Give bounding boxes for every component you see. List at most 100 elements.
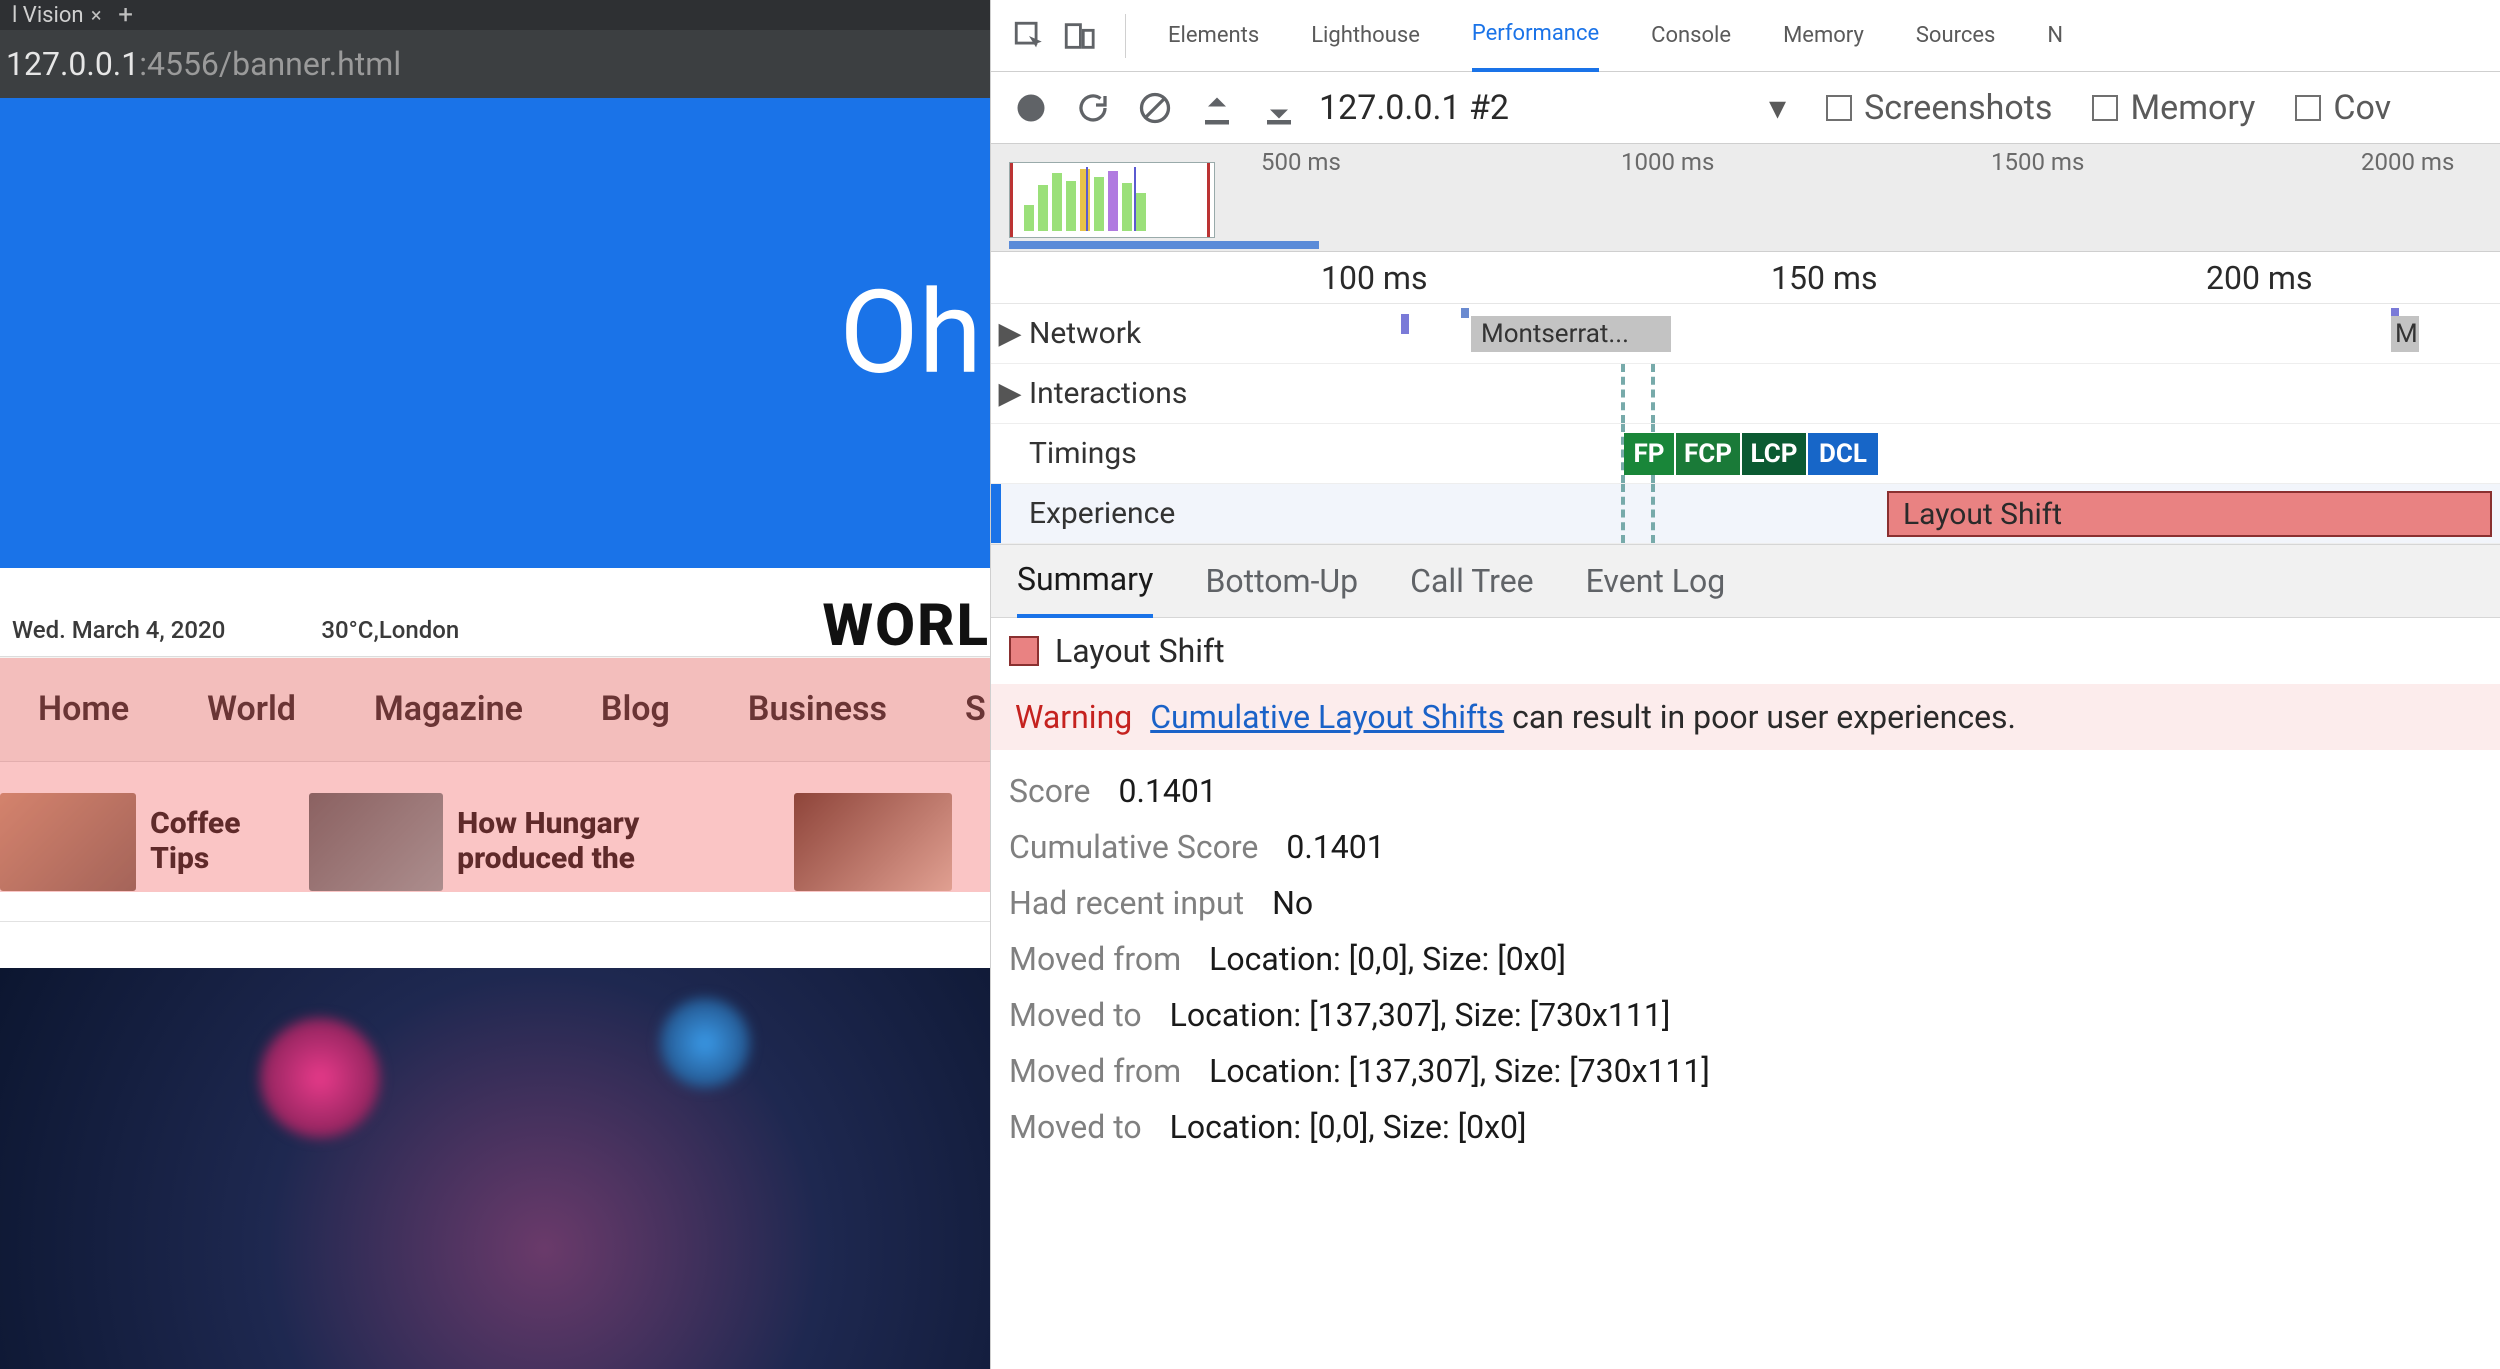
nav-blog[interactable]: Blog [601,689,670,729]
kv-val: Location: [0,0], Size: [0x0] [1209,940,1566,978]
recording-select-label: 127.0.0.1 #2 [1319,88,1509,128]
tab-bottom-up[interactable]: Bottom-Up [1205,544,1358,618]
masthead-title: WORL [823,592,991,660]
nav-more[interactable]: S [965,689,986,729]
checkbox-icon [2092,95,2118,121]
ruler-tick: 100 ms [1321,259,1427,297]
coverage-checkbox[interactable]: Cov [2295,88,2391,128]
row-label: Network [1029,316,1141,351]
kv-key: Moved from [1009,1052,1181,1090]
layout-shift-bar[interactable]: Layout Shift [1887,491,2492,537]
timing-fcp[interactable]: FCP [1676,433,1740,475]
inspect-icon[interactable] [1009,16,1049,56]
rendered-page: Oh Wed. March 4, 2020 30°C,London WORL H… [0,98,990,1369]
experience-row[interactable]: ▶ Experience Layout Shift [991,484,2500,544]
overview-tick: 1500 ms [1991,148,2084,176]
kv-val: No [1272,884,1313,922]
tab-elements[interactable]: Elements [1168,0,1259,72]
overview-strip[interactable]: 500 ms 1000 ms 1500 ms 2000 ms [991,144,2500,252]
divider [1125,14,1126,58]
device-toggle-icon[interactable] [1059,16,1099,56]
devtools-pane: Elements Lighthouse Performance Console … [990,0,2500,1369]
hero-banner: Oh [0,98,990,568]
expand-icon[interactable]: ▶ [997,316,1023,351]
tab-more[interactable]: N [2047,0,2063,72]
overview-range-bar [1009,241,1319,249]
ticker-thumb [0,793,136,891]
summary-heading: Layout Shift [1009,632,2482,670]
recording-select[interactable]: 127.0.0.1 #2 ▾ [1319,88,1786,128]
timings-row[interactable]: ▶ Timings FP FCP LCP DCL [991,424,2500,484]
clear-icon[interactable] [1133,86,1177,130]
tab-memory[interactable]: Memory [1783,0,1864,72]
kv-key: Cumulative Score [1009,828,1258,866]
timing-fp[interactable]: FP [1624,433,1674,475]
overview-tick: 2000 ms [2361,148,2454,176]
close-icon[interactable]: × [91,3,102,27]
ticker-item[interactable] [794,793,966,891]
feature-image [0,968,990,1369]
ticker-thumb [794,793,952,891]
reload-icon[interactable] [1071,86,1115,130]
address-host: 127.0.0.1 [6,45,139,83]
browser-pane: l Vision × + 127.0.0.1:4556/banner.html … [0,0,990,1369]
network-row[interactable]: ▶ Network Montserrat... M [991,304,2500,364]
flamechart-ruler: 100 ms 150 ms 200 ms [991,252,2500,304]
tab-lighthouse[interactable]: Lighthouse [1311,0,1420,72]
story-ticker: Coffee Tips How Hungary produced the [0,762,990,922]
browser-tab[interactable]: l Vision × [0,0,108,30]
memory-checkbox[interactable]: Memory [2092,88,2255,128]
ticker-item[interactable]: How Hungary produced the [309,793,770,891]
overview-tick: 500 ms [1261,148,1341,176]
summary-panel: Layout Shift Warning Cumulative Layout S… [991,618,2500,1369]
kv-val: 0.1401 [1119,772,1217,810]
timing-dcl[interactable]: DCL [1808,433,1878,475]
nav-magazine[interactable]: Magazine [374,689,523,729]
tab-summary[interactable]: Summary [1017,544,1153,618]
performance-toolbar: 127.0.0.1 #2 ▾ Screenshots Memory Cov [991,72,2500,144]
tab-title: l Vision [12,3,84,28]
overview-chart[interactable] [1009,162,1215,238]
hero-text: Oh [840,266,982,401]
ticker-item[interactable]: Coffee Tips [0,793,285,891]
summary-title: Layout Shift [1055,632,1225,670]
devtools-tabbar: Elements Lighthouse Performance Console … [991,0,2500,72]
tab-event-log[interactable]: Event Log [1586,544,1726,618]
kv-key: Score [1009,772,1091,810]
row-label: Timings [1029,436,1137,471]
nav-home[interactable]: Home [38,689,129,729]
address-bar[interactable]: 127.0.0.1:4556/banner.html [0,30,990,98]
ticker-title: How Hungary produced the [457,807,770,876]
download-icon[interactable] [1257,86,1301,130]
site-nav: Home World Magazine Blog Business S [0,656,990,762]
new-tab-button[interactable]: + [108,0,144,30]
tab-call-tree[interactable]: Call Tree [1410,544,1534,618]
kv-val: Location: [0,0], Size: [0x0] [1170,1108,1527,1146]
kv-key: Moved from [1009,940,1181,978]
ruler-tick: 150 ms [1771,259,1877,297]
nav-world[interactable]: World [207,689,296,729]
tab-sources[interactable]: Sources [1916,0,1996,72]
upload-icon[interactable] [1195,86,1239,130]
expand-icon[interactable]: ▶ [997,376,1023,411]
interactions-row[interactable]: ▶ Interactions [991,364,2500,424]
network-item[interactable]: Montserrat... [1471,316,1671,352]
network-track: Montserrat... M [1391,304,2496,363]
layout-shift-swatch-icon [1009,636,1039,666]
screenshots-checkbox[interactable]: Screenshots [1826,88,2052,128]
weather-text: 30°C,London [321,616,459,644]
row-label: Experience [1029,496,1175,531]
checkbox-icon [1826,95,1852,121]
tab-console[interactable]: Console [1651,0,1731,72]
warning-rest: can result in poor user experiences. [1504,698,2016,736]
timing-lcp[interactable]: LCP [1742,433,1806,475]
dateline-bar: Wed. March 4, 2020 30°C,London WORL [0,568,990,656]
chevron-down-icon: ▾ [1769,88,1786,128]
nav-business[interactable]: Business [748,689,887,729]
tab-performance[interactable]: Performance [1472,0,1599,72]
record-icon[interactable] [1009,86,1053,130]
ticker-title: Coffee Tips [150,807,285,876]
cls-link[interactable]: Cumulative Layout Shifts [1150,698,1504,736]
ticker-thumb [309,793,444,891]
network-item-short[interactable]: M [2391,316,2419,352]
